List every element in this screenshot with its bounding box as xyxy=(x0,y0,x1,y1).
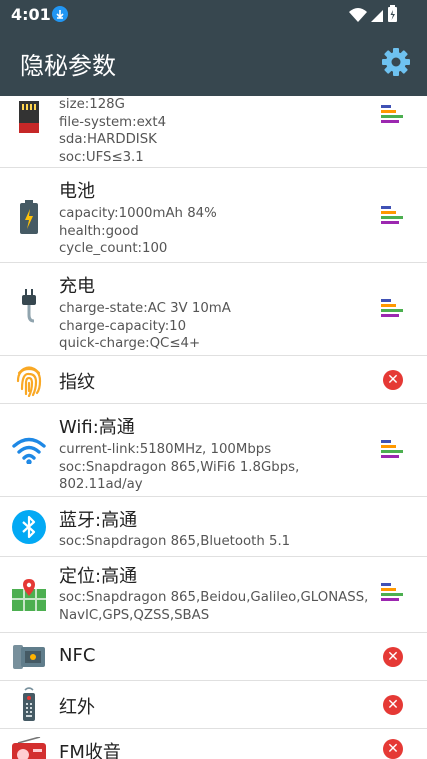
detail-line: soc:Snapdragon 865,Bluetooth 5.1 xyxy=(59,534,291,549)
item-title: 电池 xyxy=(59,181,95,202)
details-bars-icon[interactable] xyxy=(381,440,403,460)
params-list: size:128G file-system:ext4 sda:HARDDISK … xyxy=(0,96,427,759)
item-title: 红外 xyxy=(59,697,95,718)
detail-line: NavIC,GPS,QZSS,SBAS xyxy=(59,607,210,623)
list-item-wifi[interactable]: Wifi:高通 current-link:5180MHz, 100Mbps so… xyxy=(0,404,427,497)
list-item-location[interactable]: 定位:高通 soc:Snapdragon 865,Beidou,Galileo,… xyxy=(0,557,427,633)
list-item-fm-radio[interactable]: FM收音 ✕ xyxy=(0,729,427,759)
detail-line: soc:Snapdragon 865,Beidou,Galileo,GLONAS… xyxy=(59,590,369,605)
detail-line: file-system:ext4 xyxy=(59,114,167,130)
sd-card-icon xyxy=(12,98,46,136)
detail-line: soc:UFS≤3.1 xyxy=(59,149,144,165)
unsupported-close-icon[interactable]: ✕ xyxy=(383,647,403,667)
item-title: 充电 xyxy=(59,276,95,297)
status-time: 4:01 xyxy=(11,5,51,24)
list-item-nfc[interactable]: NFC ✕ xyxy=(0,633,427,681)
detail-line: capacity:1000mAh 84% xyxy=(59,206,217,221)
page-title: 隐秘参数 xyxy=(20,52,116,80)
detail-line: health:good xyxy=(59,223,139,239)
bluetooth-icon xyxy=(12,508,46,546)
details-bars-icon[interactable] xyxy=(381,299,403,319)
charger-plug-icon xyxy=(12,288,46,326)
detail-line: sda:HARDDISK xyxy=(59,132,157,147)
list-item-infrared[interactable]: 红外 ✕ xyxy=(0,681,427,729)
detail-line: cycle_count:100 xyxy=(59,241,168,256)
list-item-fingerprint[interactable]: 指纹 ✕ xyxy=(0,356,427,404)
unsupported-close-icon[interactable]: ✕ xyxy=(383,695,403,715)
fingerprint-icon xyxy=(12,361,46,399)
detail-line: current-link:5180MHz, 100Mbps xyxy=(59,442,272,457)
battery-icon xyxy=(12,198,46,236)
detail-line: charge-capacity:10 xyxy=(59,318,187,334)
details-bars-icon[interactable] xyxy=(381,206,403,226)
item-title: NFC xyxy=(59,645,96,666)
list-item-battery[interactable]: 电池 capacity:1000mAh 84% health:good cycl… xyxy=(0,168,427,263)
item-details: soc:Snapdragon 865,Beidou,Galileo,GLONAS… xyxy=(59,589,374,624)
remote-control-icon xyxy=(12,685,46,723)
status-icons xyxy=(349,5,397,22)
item-details: size:128G file-system:ext4 sda:HARDDISK … xyxy=(59,96,374,166)
details-bars-icon[interactable] xyxy=(381,105,403,125)
detail-line: size:128G xyxy=(59,97,125,112)
list-item-charging[interactable]: 充电 charge-state:AC 3V 10mA charge-capaci… xyxy=(0,263,427,356)
item-title: Wifi:高通 xyxy=(59,417,135,438)
item-title: 蓝牙:高通 xyxy=(59,510,138,531)
nfc-icon xyxy=(12,638,46,676)
item-details: soc:Snapdragon 865,Bluetooth 5.1 xyxy=(59,533,374,551)
gear-icon[interactable] xyxy=(379,45,413,79)
radio-icon xyxy=(12,733,46,759)
item-title: FM收音 xyxy=(59,742,121,759)
app-bar: 隐秘参数 xyxy=(0,28,427,96)
status-bar: 4:01 xyxy=(0,0,427,28)
details-bars-icon[interactable] xyxy=(381,583,403,603)
item-details: current-link:5180MHz, 100Mbps soc:Snapdr… xyxy=(59,441,374,494)
item-title: 定位:高通 xyxy=(59,566,138,587)
item-title: 指纹 xyxy=(59,372,95,393)
unsupported-close-icon[interactable]: ✕ xyxy=(383,370,403,390)
detail-line: quick-charge:QC≤4+ xyxy=(59,336,201,351)
wifi-icon xyxy=(12,431,46,469)
detail-line: charge-state:AC 3V 10mA xyxy=(59,301,231,316)
detail-line: soc:Snapdragon 865,WiFi6 1.8Gbps, 802.11… xyxy=(59,459,300,493)
list-item-storage[interactable]: size:128G file-system:ext4 sda:HARDDISK … xyxy=(0,96,427,168)
item-details: capacity:1000mAh 84% health:good cycle_c… xyxy=(59,205,374,258)
map-pin-icon xyxy=(12,576,46,614)
item-details: charge-state:AC 3V 10mA charge-capacity:… xyxy=(59,300,374,353)
download-icon xyxy=(52,6,68,22)
list-item-bluetooth[interactable]: 蓝牙:高通 soc:Snapdragon 865,Bluetooth 5.1 xyxy=(0,497,427,557)
unsupported-close-icon[interactable]: ✕ xyxy=(383,739,403,759)
